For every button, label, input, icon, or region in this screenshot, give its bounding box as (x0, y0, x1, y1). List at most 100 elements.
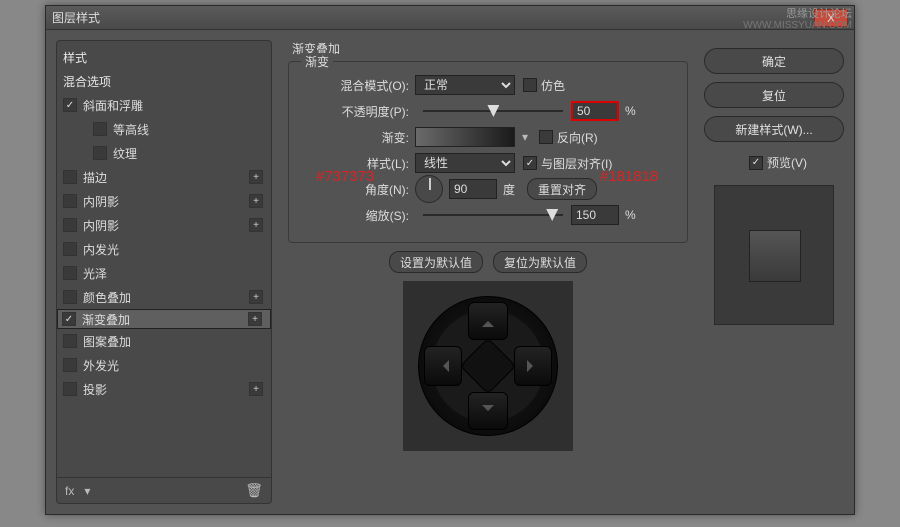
dpad-up (468, 302, 508, 340)
annotation-color-1: #737373 (316, 168, 374, 185)
style-item-0[interactable]: 斜面和浮雕 (57, 93, 271, 117)
styles-list-panel: 样式混合选项斜面和浮雕等高线纹理描边+内阴影+内阴影+内发光光泽颜色叠加+渐变叠… (56, 40, 272, 504)
gradient-label: 渐变: (297, 129, 415, 146)
style-item-6[interactable]: 内发光 (57, 237, 271, 261)
reset-default-button[interactable]: 复位为默认值 (493, 251, 587, 273)
add-effect-icon[interactable]: + (248, 312, 262, 326)
scale-label: 缩放(S): (297, 207, 415, 224)
cancel-button[interactable]: 复位 (704, 82, 844, 108)
reverse-checkbox[interactable] (539, 130, 553, 144)
action-buttons-panel: 确定 复位 新建样式(W)... 预览(V) (704, 40, 844, 504)
style-item-label: 斜面和浮雕 (83, 97, 143, 114)
style-item-9[interactable]: 渐变叠加+ (57, 309, 271, 329)
preview-label: 预览(V) (767, 154, 807, 171)
layer-preview (403, 281, 573, 451)
angle-input[interactable] (449, 179, 497, 199)
watermark-url: WWW.MISSYUAN.COM (743, 20, 852, 31)
fx-label[interactable]: fx (65, 484, 74, 498)
gradient-preview[interactable] (415, 127, 515, 147)
new-style-button[interactable]: 新建样式(W)... (704, 116, 844, 142)
gradient-fieldset: 渐变 混合模式(O): 正常 仿色 不透明度(P): % 渐变: (288, 61, 688, 243)
section-title: 渐变叠加 (282, 40, 694, 57)
add-effect-icon[interactable]: + (249, 382, 263, 396)
style-select[interactable]: 线性 (415, 153, 515, 173)
pct-label-2: % (625, 208, 636, 222)
blend-options-header[interactable]: 混合选项 (57, 69, 271, 93)
style-item-1[interactable]: 等高线 (57, 117, 271, 141)
style-item-10[interactable]: 图案叠加 (57, 329, 271, 353)
styles-footer: fx 🗑 (57, 477, 271, 503)
fx-menu-icon[interactable] (80, 484, 90, 498)
blend-mode-label: 混合模式(O): (297, 77, 415, 94)
style-checkbox[interactable] (63, 98, 77, 112)
style-item-5[interactable]: 内阴影 + (57, 213, 271, 237)
window-title: 图层样式 (52, 9, 100, 26)
scale-slider[interactable] (423, 208, 563, 222)
blend-mode-select[interactable]: 正常 (415, 75, 515, 95)
add-effect-icon[interactable]: + (249, 194, 263, 208)
style-checkbox[interactable] (63, 170, 77, 184)
style-checkbox[interactable] (63, 266, 77, 280)
style-checkbox[interactable] (63, 358, 77, 372)
opacity-slider[interactable] (423, 104, 563, 118)
pct-label: % (625, 104, 636, 118)
reset-align-button[interactable]: 重置对齐 (527, 178, 597, 200)
style-checkbox[interactable] (63, 218, 77, 232)
styles-header[interactable]: 样式 (57, 45, 271, 69)
ok-button[interactable]: 确定 (704, 48, 844, 74)
style-item-label: 内发光 (83, 241, 119, 258)
style-item-label: 内阴影 (83, 193, 119, 210)
style-checkbox[interactable] (63, 290, 77, 304)
style-item-3[interactable]: 描边 + (57, 165, 271, 189)
settings-panel: 渐变叠加 渐变 混合模式(O): 正常 仿色 不透明度(P): % 渐变: (282, 40, 694, 504)
style-item-label: 外发光 (83, 357, 119, 374)
dpad-right (514, 346, 552, 386)
fieldset-legend: 渐变 (301, 53, 333, 70)
annotation-color-2: #181818 (600, 168, 658, 185)
reverse-label: 反向(R) (557, 129, 598, 146)
style-item-label: 图案叠加 (83, 333, 131, 350)
style-checkbox[interactable] (63, 334, 77, 348)
dither-label: 仿色 (541, 77, 565, 94)
dpad-down (468, 392, 508, 430)
watermark-text: 思缘设计论坛 (786, 5, 852, 21)
dpad-graphic (418, 296, 558, 436)
add-effect-icon[interactable]: + (249, 290, 263, 304)
opacity-input[interactable] (571, 101, 619, 121)
preview-swatch (714, 185, 834, 325)
style-item-8[interactable]: 颜色叠加 + (57, 285, 271, 309)
style-item-11[interactable]: 外发光 (57, 353, 271, 377)
style-item-label: 纹理 (113, 145, 137, 162)
gradient-dropdown-icon[interactable] (515, 130, 531, 144)
style-checkbox[interactable] (93, 146, 107, 160)
opacity-label: 不透明度(P): (297, 103, 415, 120)
align-checkbox[interactable] (523, 156, 537, 170)
style-checkbox[interactable] (62, 312, 76, 326)
style-item-label: 颜色叠加 (83, 289, 131, 306)
deg-label: 度 (503, 181, 515, 198)
add-effect-icon[interactable]: + (249, 170, 263, 184)
layer-style-dialog: 图层样式 X 样式混合选项斜面和浮雕等高线纹理描边 + 内阴影 + 内阴影 + 内发光光泽颜… (45, 5, 855, 515)
titlebar[interactable]: 图层样式 X (46, 6, 854, 30)
style-checkbox[interactable] (63, 242, 77, 256)
style-checkbox[interactable] (63, 382, 77, 396)
style-checkbox[interactable] (93, 122, 107, 136)
style-item-4[interactable]: 内阴影 + (57, 189, 271, 213)
angle-dial[interactable] (415, 175, 443, 203)
style-item-label: 等高线 (113, 121, 149, 138)
style-item-7[interactable]: 光泽 (57, 261, 271, 285)
style-item-2[interactable]: 纹理 (57, 141, 271, 165)
style-item-label: 描边 (83, 169, 107, 186)
style-item-label: 内阴影 (83, 217, 119, 234)
style-checkbox[interactable] (63, 194, 77, 208)
dither-checkbox[interactable] (523, 78, 537, 92)
scale-input[interactable] (571, 205, 619, 225)
trash-icon[interactable]: 🗑 (245, 482, 263, 499)
style-item-label: 光泽 (83, 265, 107, 282)
add-effect-icon[interactable]: + (249, 218, 263, 232)
style-item-12[interactable]: 投影 + (57, 377, 271, 401)
dpad-left (424, 346, 462, 386)
preview-checkbox[interactable] (749, 156, 763, 170)
style-item-label: 投影 (83, 381, 107, 398)
set-default-button[interactable]: 设置为默认值 (389, 251, 483, 273)
